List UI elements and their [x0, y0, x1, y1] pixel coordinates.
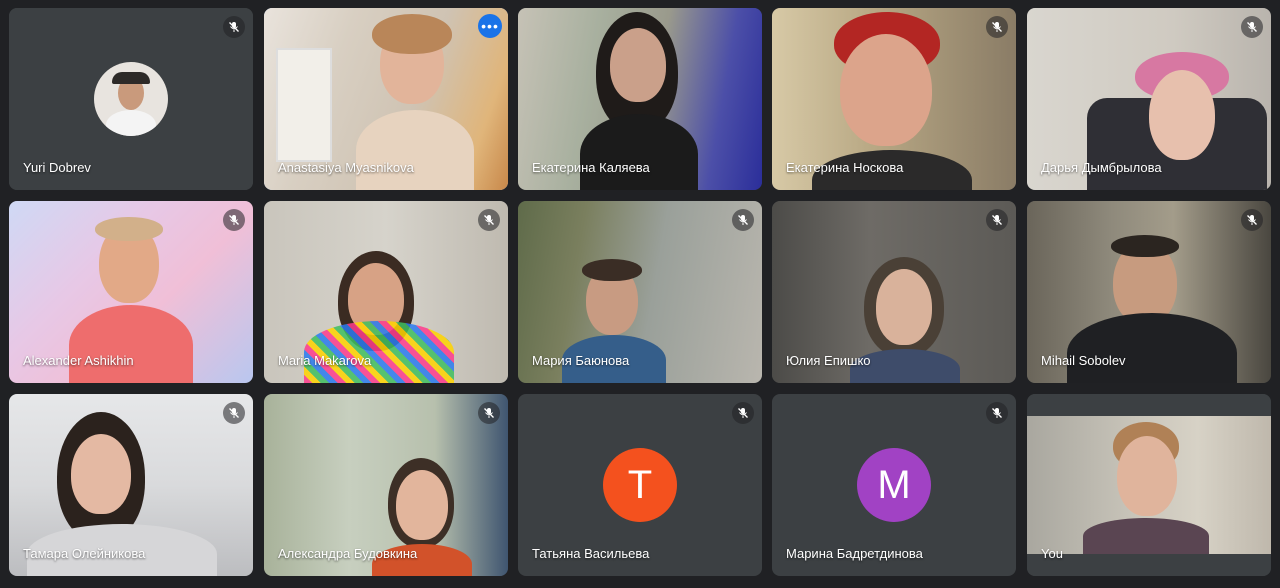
participant-tile[interactable]: Дарья Дымбрылова [1027, 8, 1271, 190]
participant-tile[interactable]: M Марина Бадретдинова [772, 394, 1016, 576]
participant-name: Maria Makarova [278, 353, 372, 368]
participant-name: Дарья Дымбрылова [1041, 160, 1162, 175]
mic-off-icon [223, 16, 245, 38]
participant-tile[interactable]: Тамара Олейникова [9, 394, 253, 576]
mic-off-icon [1241, 209, 1263, 231]
participant-tile[interactable]: T Татьяна Васильева [518, 394, 762, 576]
participant-name: Александра Будовкина [278, 546, 418, 561]
mic-off-icon [223, 402, 245, 424]
participant-tile[interactable]: Екатерина Носкова [772, 8, 1016, 190]
participant-name: Марина Бадретдинова [786, 546, 923, 561]
mic-off-icon [1241, 16, 1263, 38]
avatar: T [603, 448, 677, 522]
participant-name: Alexander Ashikhin [23, 353, 134, 368]
participant-tile[interactable]: ••• Anastasiya Myasnikova [264, 8, 508, 190]
mic-off-icon [223, 209, 245, 231]
avatar: M [857, 448, 931, 522]
participant-name: Екатерина Каляева [532, 160, 650, 175]
participant-tile[interactable]: Maria Makarova [264, 201, 508, 383]
participant-tile[interactable]: Yuri Dobrev [9, 8, 253, 190]
participant-name: Mihail Sobolev [1041, 353, 1126, 368]
mic-off-icon [986, 16, 1008, 38]
mic-off-icon [986, 402, 1008, 424]
mic-off-icon [732, 402, 754, 424]
participant-tile[interactable]: Александра Будовкина [264, 394, 508, 576]
avatar [94, 62, 168, 136]
mic-off-icon [986, 209, 1008, 231]
participant-tile[interactable]: Alexander Ashikhin [9, 201, 253, 383]
participant-name: Юлия Епишко [786, 353, 871, 368]
participant-grid: Yuri Dobrev ••• Anastasiya Myasnikova Ек… [0, 0, 1280, 588]
mic-off-icon [732, 209, 754, 231]
participant-name: Anastasiya Myasnikova [278, 160, 414, 175]
mic-off-icon [478, 402, 500, 424]
participant-name: Татьяна Васильева [532, 546, 650, 561]
participant-name: Мария Баюнова [532, 353, 630, 368]
participant-name: Тамара Олейникова [23, 546, 146, 561]
participant-tile-self[interactable]: You [1027, 394, 1271, 576]
participant-tile[interactable]: Мария Баюнова [518, 201, 762, 383]
participant-name: Yuri Dobrev [23, 160, 91, 175]
participant-tile[interactable]: Юлия Епишко [772, 201, 1016, 383]
participant-name: You [1041, 546, 1063, 561]
participant-tile[interactable]: Екатерина Каляева [518, 8, 762, 190]
mic-off-icon [478, 209, 500, 231]
participant-tile[interactable]: Mihail Sobolev [1027, 201, 1271, 383]
more-options-icon[interactable]: ••• [478, 14, 502, 38]
participant-name: Екатерина Носкова [786, 160, 904, 175]
